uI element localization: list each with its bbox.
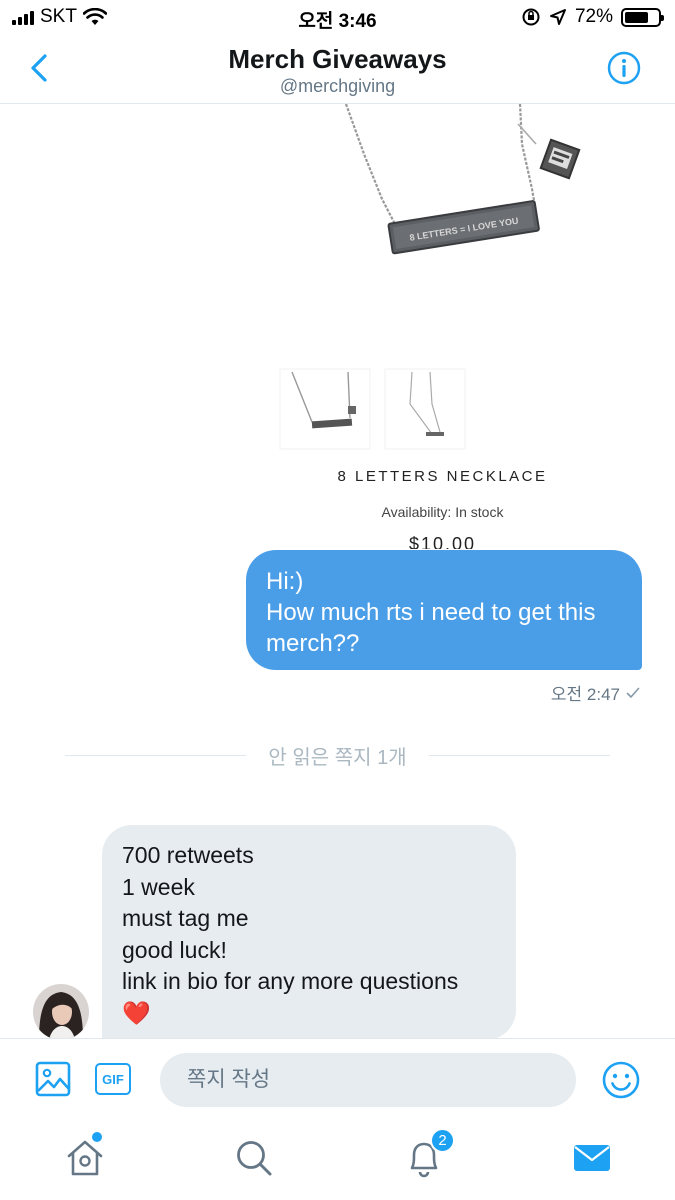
tab-bar: 2: [0, 1120, 675, 1200]
message-line: 1 week: [122, 873, 195, 900]
conversation-header: Merch Giveaways @merchgiving: [0, 36, 675, 104]
message-line: good luck!: [122, 936, 227, 963]
thumbnail-2: [384, 368, 466, 450]
status-bar: SKT 오전 3:46 72%: [0, 0, 675, 36]
info-button[interactable]: [607, 51, 641, 85]
emoji-icon[interactable]: [601, 1060, 641, 1100]
image-icon[interactable]: [35, 1061, 71, 1097]
sent-message-bubble[interactable]: Hi:) How much rts i need to get this mer…: [246, 550, 642, 670]
received-message-bubble[interactable]: 700 retweets 1 week must tag me good luc…: [102, 825, 516, 1040]
message-input[interactable]: [160, 1053, 576, 1107]
conversation-handle: @merchgiving: [279, 76, 396, 96]
sent-check-icon: [626, 687, 640, 698]
message-line: How much rts i need to get this: [266, 599, 596, 626]
divider-line: [428, 754, 611, 756]
battery-icon: [621, 7, 664, 27]
divider-line: [65, 754, 247, 756]
notifications-badge: 2: [430, 1128, 455, 1153]
location-arrow-icon: [549, 9, 566, 25]
mail-icon[interactable]: [570, 1136, 614, 1180]
sent-message-meta: 오전 2:47: [551, 680, 640, 705]
shared-image[interactable]: 8 LETTERS = I LOVE YOU 8 LETTERS NECKLAC…: [260, 104, 640, 549]
home-icon[interactable]: [63, 1136, 107, 1180]
product-availability: Availability: In stock: [381, 504, 504, 520]
message-line: link in bio for any more questions: [122, 968, 459, 994]
necklace-image: 8 LETTERS = I LOVE YOU: [279, 104, 581, 450]
search-icon[interactable]: [232, 1136, 276, 1180]
message-time: 오전 2:47: [550, 685, 620, 704]
orientation-lock-icon: [522, 8, 540, 26]
status-right: 72%: [521, 6, 664, 28]
message-line: merch??: [266, 630, 360, 657]
message-line: Hi:): [266, 568, 304, 595]
avatar[interactable]: [33, 984, 89, 1040]
conversation-title: Merch Giveaways: [228, 44, 447, 74]
message-line: must tag me: [122, 905, 249, 931]
gif-button[interactable]: GIF: [95, 1063, 131, 1095]
product-price: $10.00: [408, 534, 477, 549]
home-new-indicator: [92, 1132, 102, 1142]
heart-emoji: ❤️: [122, 999, 151, 1026]
message-composer: GIF: [0, 1038, 675, 1120]
battery-percent: 72%: [574, 6, 613, 27]
thumbnail-1: [279, 368, 371, 450]
product-name: 8 LETTERS NECKLACE: [337, 468, 548, 485]
unread-divider: 안 읽은 쪽지 1개: [65, 740, 611, 770]
unread-label: 안 읽은 쪽지 1개: [268, 746, 407, 769]
message-line: 700 retweets: [122, 842, 254, 868]
